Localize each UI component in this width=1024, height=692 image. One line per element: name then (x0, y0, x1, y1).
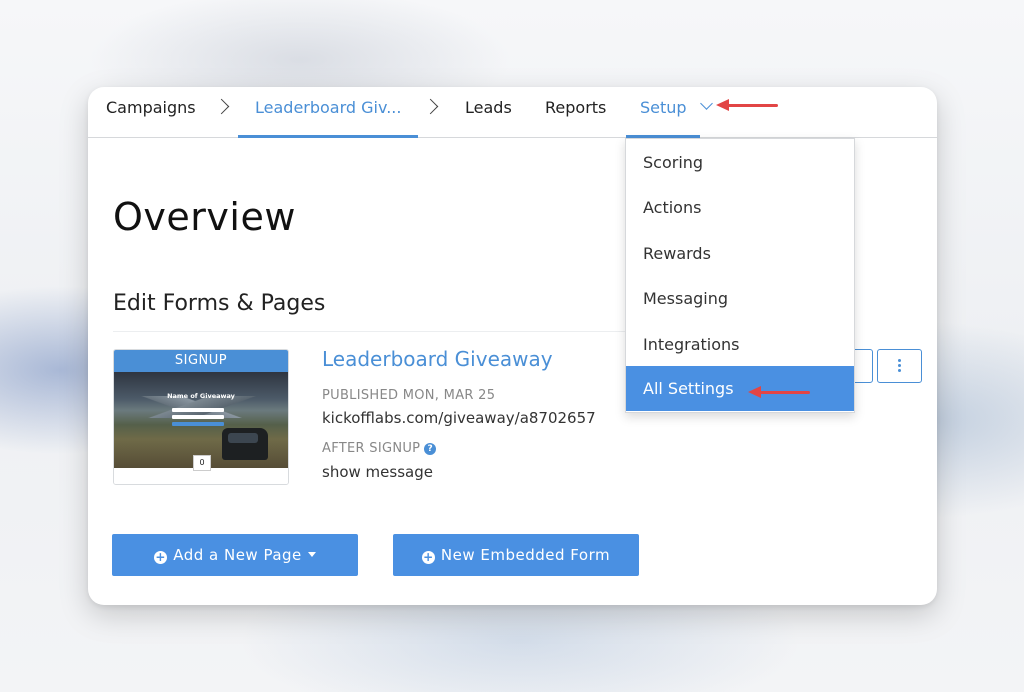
annotation-arrow (748, 386, 810, 398)
nav-reports[interactable]: Reports (545, 87, 606, 137)
plus-circle-icon: + (154, 550, 168, 564)
after-signup-label: AFTER SIGNUP? (322, 441, 437, 456)
chevron-right-icon (422, 98, 439, 115)
kebab-icon (898, 359, 901, 374)
thumbnail-label: SIGNUP (114, 350, 288, 372)
plus-circle-icon: + (421, 550, 435, 564)
nav-setup[interactable]: Setup (626, 87, 700, 138)
more-options-button[interactable] (877, 349, 922, 383)
top-nav: Campaigns Leaderboard Giv... Leads Repor… (88, 87, 937, 138)
nav-campaign-leaderboard[interactable]: Leaderboard Giv... (237, 87, 420, 138)
page-url[interactable]: kickofflabs.com/giveaway/a8702657 (322, 409, 596, 427)
add-new-page-label: Add a New Page (173, 546, 302, 564)
menu-item-rewards[interactable]: Rewards (626, 231, 854, 276)
thumbnail-preview-image: Name of Giveaway (114, 372, 288, 468)
chevron-right-icon (213, 98, 230, 115)
after-signup-label-text: AFTER SIGNUP (322, 441, 421, 456)
nav-leads[interactable]: Leads (465, 87, 512, 137)
annotation-arrow (716, 99, 778, 111)
help-icon[interactable]: ? (424, 443, 437, 455)
section-title: Edit Forms & Pages (113, 291, 326, 316)
divider (113, 331, 633, 332)
thumbnail-heading: Name of Giveaway (167, 392, 235, 400)
page-name-link[interactable]: Leaderboard Giveaway (322, 347, 553, 371)
van-image (222, 428, 268, 460)
page-title: Overview (113, 195, 296, 239)
chevron-down-icon[interactable] (700, 97, 713, 110)
menu-item-all-settings[interactable]: All Settings (626, 366, 854, 411)
menu-item-scoring[interactable]: Scoring (626, 140, 854, 185)
menu-item-actions[interactable]: Actions (626, 185, 854, 230)
new-embedded-form-button[interactable]: + New Embedded Form (393, 534, 639, 576)
page-thumbnail[interactable]: SIGNUP Name of Giveaway 0 (113, 349, 289, 485)
menu-item-integrations[interactable]: Integrations (626, 322, 854, 367)
app-window: Campaigns Leaderboard Giv... Leads Repor… (88, 87, 937, 605)
add-new-page-button[interactable]: + Add a New Page (112, 534, 358, 576)
menu-item-messaging[interactable]: Messaging (626, 276, 854, 321)
thumbnail-counter: 0 (193, 455, 211, 471)
after-signup-value: show message (322, 463, 433, 481)
new-embedded-form-label: New Embedded Form (440, 546, 611, 564)
setup-dropdown-menu: Scoring Actions Rewards Messaging Integr… (625, 138, 855, 413)
published-date: PUBLISHED MON, MAR 25 (322, 388, 496, 403)
caret-down-icon (307, 552, 316, 557)
nav-campaigns[interactable]: Campaigns (106, 87, 196, 137)
